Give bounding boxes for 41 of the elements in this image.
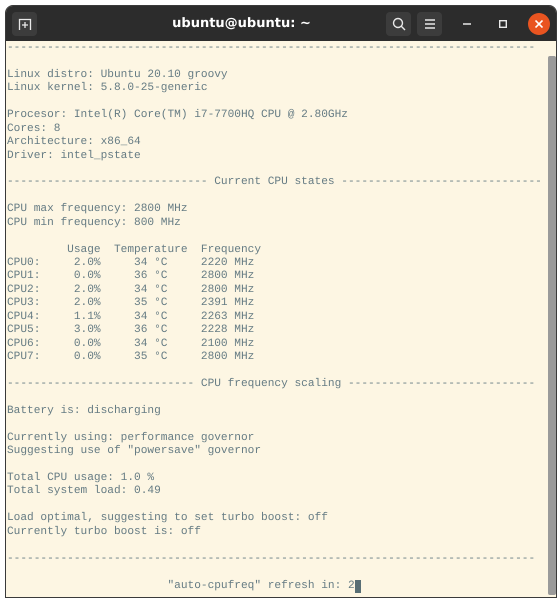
output-line: CPU0: 2.0% 34 °C 2220 MHz xyxy=(7,257,254,270)
search-icon xyxy=(392,16,406,30)
output-line: CPU6: 0.0% 34 °C 2100 MHz xyxy=(7,338,254,352)
output-line: Currently turbo boost is: off xyxy=(7,526,201,540)
output-line: "auto-cpufreq" refresh in: 2 xyxy=(166,580,355,593)
maximize-icon xyxy=(499,20,507,28)
output-line: CPU5: 3.0% 36 °C 2228 MHz xyxy=(7,324,254,338)
output-line: CPU3: 2.0% 35 °C 2391 MHz xyxy=(7,297,254,311)
output-line: Driver: intel_pstate xyxy=(7,150,141,163)
dashed-rule: ------------------------------------------------------------------------------- xyxy=(7,552,536,566)
new-tab-icon xyxy=(18,16,32,30)
menu-icon xyxy=(424,18,436,28)
output-line: CPU max frequency: 2800 MHz xyxy=(7,203,188,216)
menu-button[interactable] xyxy=(417,12,442,36)
window-title: ubuntu@ubuntu: ~ xyxy=(171,16,312,31)
new-tab-button[interactable] xyxy=(12,12,37,36)
output-line: Currently using: performance governor xyxy=(7,432,254,444)
output-line: Total system load: 0.49 xyxy=(7,485,161,499)
output-line: Architecture: x86_64 xyxy=(7,136,141,150)
dashed-rule: ------------------------------------------------------------------------------- xyxy=(7,42,536,56)
output-line: CPU4: 1.1% 34 °C 2263 MHz xyxy=(7,310,254,324)
output-line: Suggesting use of "powersave" governor xyxy=(7,445,262,459)
close-icon xyxy=(535,20,543,28)
output-line: CPU2: 2.0% 34 °C 2800 MHz xyxy=(7,284,254,298)
scrollbar[interactable] xyxy=(548,56,556,595)
output-line: Procesor: Intel(R) Core(TM) i7-7700HQ CPU @ 2.80GHz xyxy=(7,109,348,123)
output-line: CPU min frequency: 800 MHz xyxy=(7,216,181,230)
output-line: Load optimal, suggesting to set turbo boost: off xyxy=(7,512,328,526)
section-heading: ------------------------------ Current CPU states ------------------------------ xyxy=(7,176,542,190)
close-button[interactable] xyxy=(528,12,550,34)
output-line: Total CPU usage: 1.0 % xyxy=(7,472,154,484)
output-line: Battery is: discharging xyxy=(7,404,161,418)
output-line: Cores: 8 xyxy=(7,122,60,136)
output-line: CPU1: 0.0% 36 °C 2800 MHz xyxy=(7,270,254,284)
search-button[interactable] xyxy=(386,12,411,36)
minimize-icon xyxy=(463,22,471,24)
output-line: Linux kernel: 5.8.0-25-generic xyxy=(7,82,208,96)
output-line: Linux distro: Ubuntu 20.10 groovy xyxy=(7,68,228,82)
output-line: CPU7: 0.0% 35 °C 2800 MHz xyxy=(7,351,254,364)
section-heading: ---------------------------- CPU frequency scaling ---------------------------- xyxy=(7,378,536,392)
output-line: Usage Temperature Frequency xyxy=(66,244,262,257)
